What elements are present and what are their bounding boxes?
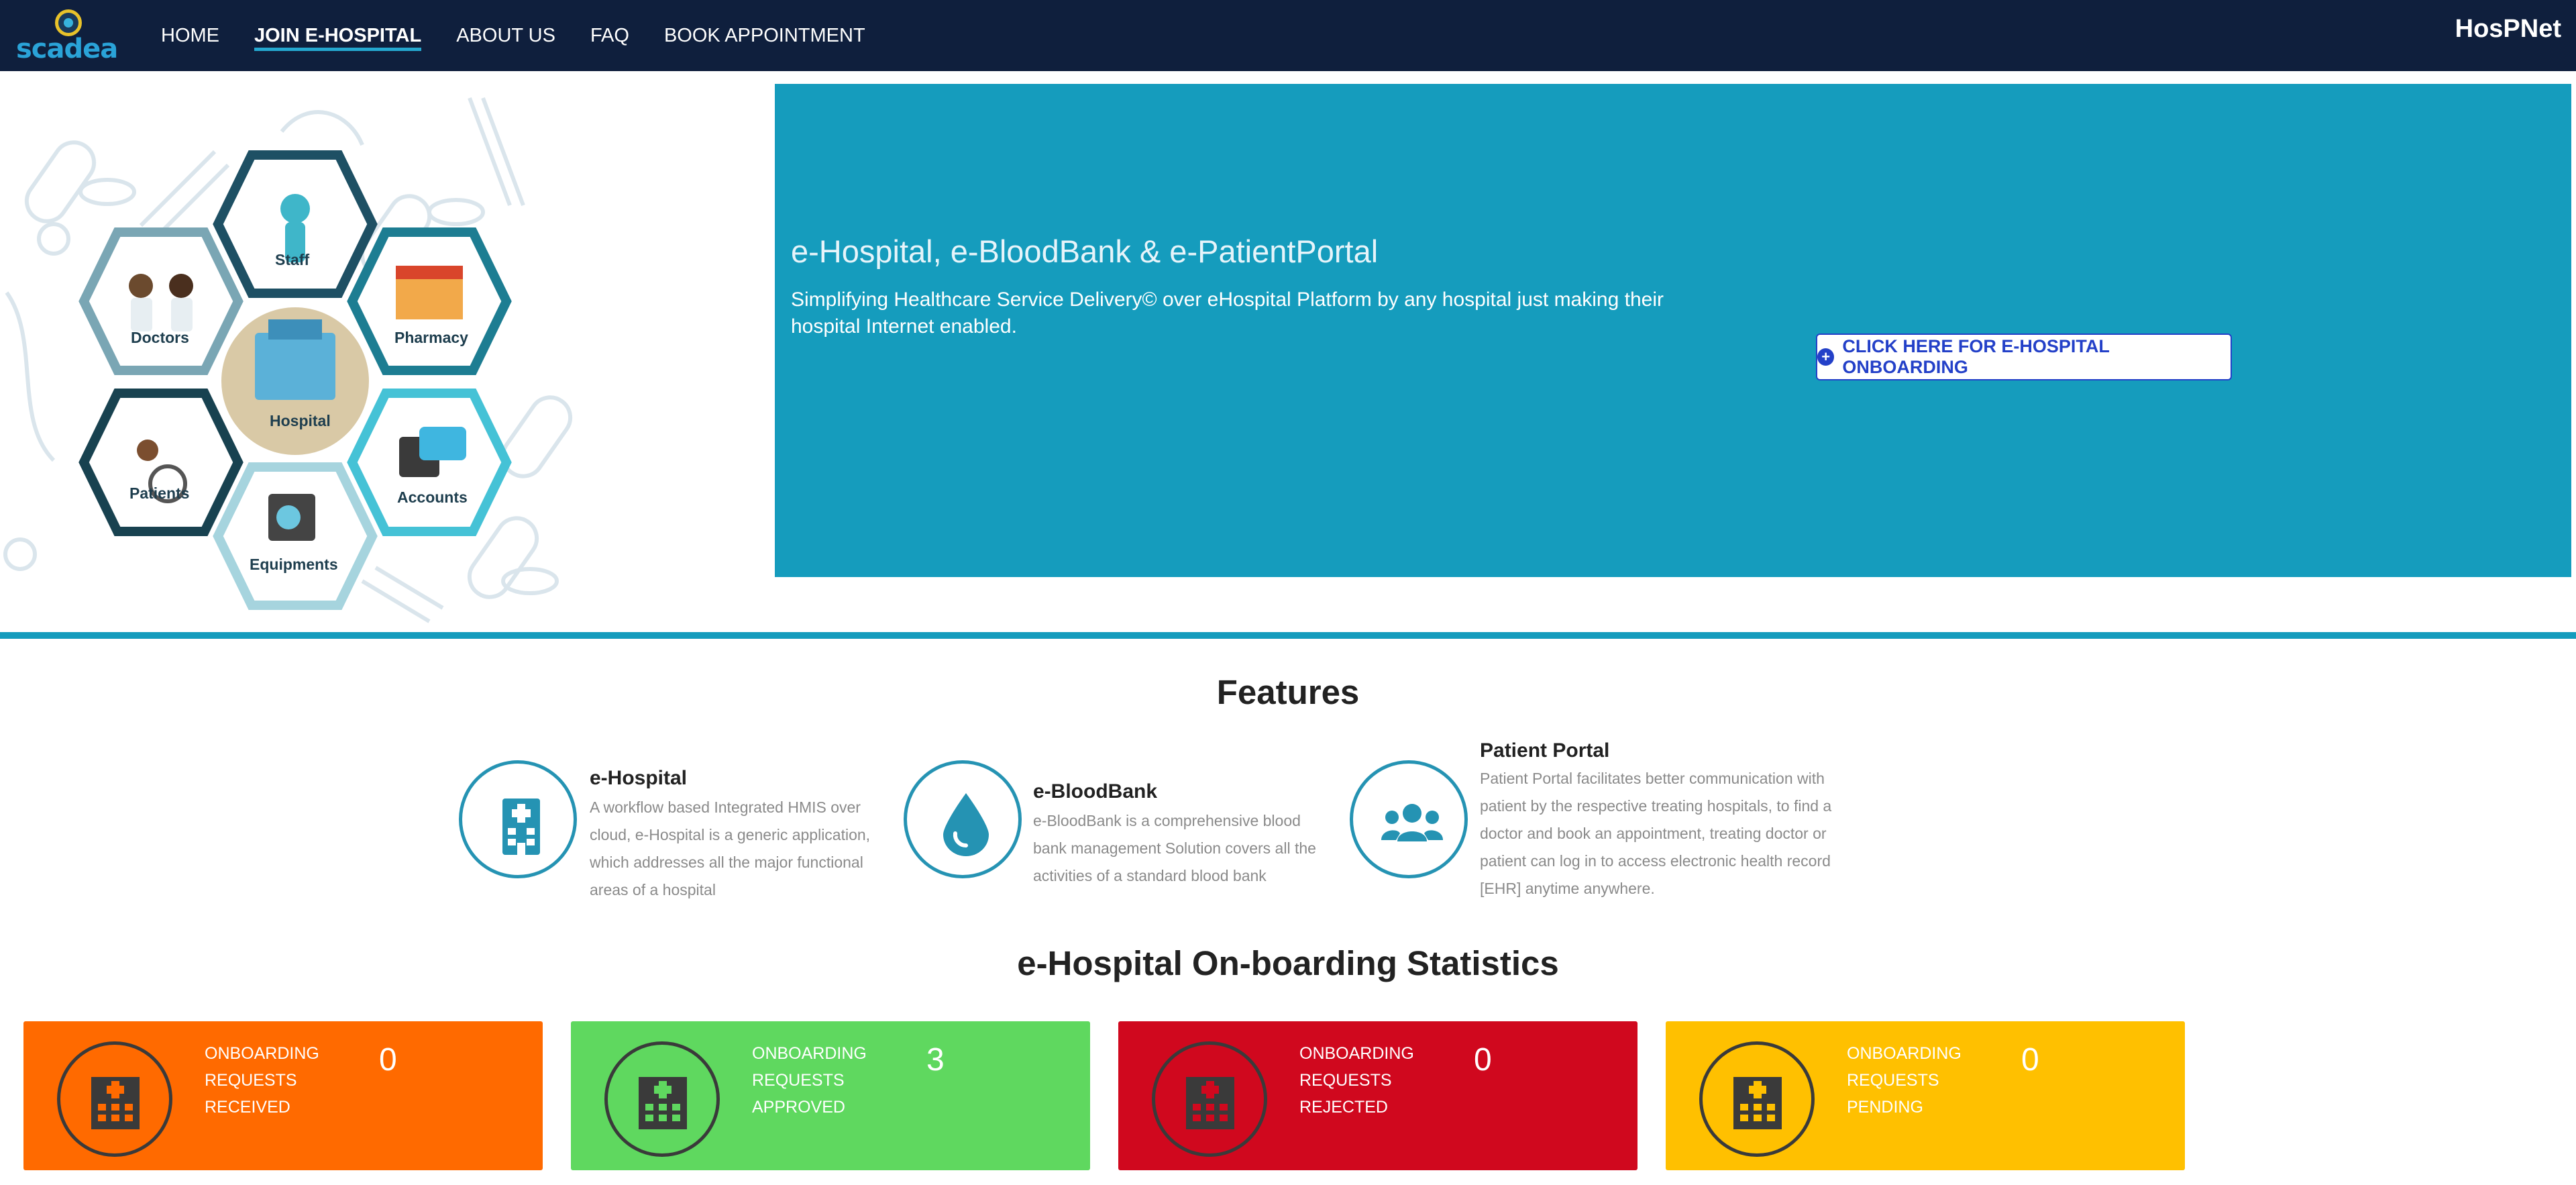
users-group-icon xyxy=(1381,804,1443,841)
logo-text: scadea xyxy=(16,34,118,64)
stat-label-line: REQUESTS xyxy=(205,1071,297,1090)
feature-icon-circle xyxy=(904,760,1022,878)
hexagon-staff xyxy=(213,150,378,298)
hero-description: Simplifying Healthcare Service Delivery©… xyxy=(791,289,1664,338)
medical-doodle-background xyxy=(3,97,573,623)
feature-description: e-BloodBank is a comprehensive blood ban… xyxy=(1033,812,1316,884)
stat-count: 0 xyxy=(2021,1042,2039,1078)
stat-count: 0 xyxy=(1474,1042,1492,1078)
stat-card-rejected: ONBOARDING REQUESTS REJECTED 0 xyxy=(1118,1021,1638,1170)
stat-label-line: ONBOARDING xyxy=(205,1044,319,1063)
hex-label-accounts: Accounts xyxy=(397,488,468,506)
hex-label-patients: Patients xyxy=(129,484,190,502)
plus-circle-icon: + xyxy=(1817,348,1835,366)
stat-label-line: APPROVED xyxy=(752,1098,845,1117)
feature-title: Patient Portal xyxy=(1480,739,1610,762)
stat-label: ONBOARDING REQUESTS PENDING xyxy=(1847,1040,1981,1121)
feature-icon-circle xyxy=(1350,760,1468,878)
stat-card-approved: ONBOARDING REQUESTS APPROVED 3 xyxy=(571,1021,1090,1170)
stat-count: 3 xyxy=(926,1042,945,1078)
stat-label: ONBOARDING REQUESTS RECEIVED xyxy=(205,1040,339,1121)
hospital-hexagon-illustration: Staff Doctors Pharmacy Hospital Patients… xyxy=(0,71,771,628)
hex-label-equipments: Equipments xyxy=(250,556,338,573)
nav-faq[interactable]: FAQ xyxy=(590,0,629,71)
statistics-heading: e-Hospital On-boarding Statistics xyxy=(1017,944,1559,982)
feature-title: e-BloodBank xyxy=(1033,780,1158,803)
stat-icon-ring xyxy=(1152,1041,1267,1157)
stat-label-line: ONBOARDING xyxy=(752,1044,867,1063)
stat-label-line: ONBOARDING xyxy=(1299,1044,1414,1063)
feature-patient-portal[interactable]: Patient Portal Patient Portal facilitate… xyxy=(1350,738,1886,906)
nav-join-e-hospital[interactable]: JOIN E-HOSPITAL xyxy=(254,0,422,71)
stat-icon-ring xyxy=(1699,1041,1815,1157)
features-heading: Features xyxy=(1216,673,1360,711)
feature-e-bloodbank[interactable]: e-BloodBank e-BloodBank is a comprehensi… xyxy=(904,760,1340,894)
top-navbar: scadea HOME JOIN E-HOSPITAL ABOUT US FAQ… xyxy=(0,0,2576,71)
scadea-logo[interactable]: scadea xyxy=(15,8,118,64)
stat-label: ONBOARDING REQUESTS REJECTED xyxy=(1299,1040,1434,1121)
hex-label-hospital: Hospital xyxy=(270,412,331,429)
hospital-icon xyxy=(1186,1077,1234,1129)
hex-label-doctors: Doctors xyxy=(131,329,189,346)
onboarding-button[interactable]: + CLICK HERE FOR E-HOSPITAL ONBOARDING xyxy=(1816,333,2232,380)
stat-label-line: PENDING xyxy=(1847,1098,1923,1117)
logo-mark-icon xyxy=(55,9,82,36)
hospital-building-icon xyxy=(502,798,540,855)
hospital-icon xyxy=(91,1077,140,1129)
hospital-icon xyxy=(1733,1077,1782,1129)
nav-book-appointment[interactable]: BOOK APPOINTMENT xyxy=(664,0,865,71)
nav-home[interactable]: HOME xyxy=(161,0,219,71)
stat-label-line: REQUESTS xyxy=(752,1071,845,1090)
hex-label-pharmacy: Pharmacy xyxy=(394,329,468,346)
stat-label-line: REQUESTS xyxy=(1847,1071,1939,1090)
brand-name[interactable]: HosPNet xyxy=(2455,15,2561,44)
stat-label-line: ONBOARDING xyxy=(1847,1044,1962,1063)
section-divider xyxy=(0,632,2576,639)
hero-title: e-Hospital, e-BloodBank & e-PatientPorta… xyxy=(791,234,1379,269)
feature-icon-circle xyxy=(459,760,577,878)
stat-label-line: RECEIVED xyxy=(205,1098,290,1117)
blood-drop-icon xyxy=(943,793,989,856)
stat-card-pending: ONBOARDING REQUESTS PENDING 0 xyxy=(1666,1021,2185,1170)
stat-count: 0 xyxy=(379,1042,397,1078)
hospital-icon xyxy=(639,1077,687,1129)
feature-e-hospital[interactable]: e-Hospital A workflow based Integrated H… xyxy=(459,760,895,898)
stat-icon-ring xyxy=(57,1041,172,1157)
stat-label-line: REQUESTS xyxy=(1299,1071,1392,1090)
main-nav: HOME JOIN E-HOSPITAL ABOUT US FAQ BOOK A… xyxy=(161,0,900,71)
stat-label-line: REJECTED xyxy=(1299,1098,1388,1117)
onboarding-button-label: CLICK HERE FOR E-HOSPITAL ONBOARDING xyxy=(1842,336,2110,377)
nav-about-us[interactable]: ABOUT US xyxy=(456,0,555,71)
feature-title: e-Hospital xyxy=(590,767,688,789)
hex-label-staff: Staff xyxy=(275,251,310,268)
stat-card-received: ONBOARDING REQUESTS RECEIVED 0 xyxy=(23,1021,543,1170)
feature-description: A workflow based Integrated HMIS over cl… xyxy=(590,798,871,898)
stat-icon-ring xyxy=(604,1041,720,1157)
stat-label: ONBOARDING REQUESTS APPROVED xyxy=(752,1040,886,1121)
feature-description: Patient Portal facilitates better commun… xyxy=(1480,770,1832,897)
hero-banner: e-Hospital, e-BloodBank & e-PatientPorta… xyxy=(775,84,2571,577)
